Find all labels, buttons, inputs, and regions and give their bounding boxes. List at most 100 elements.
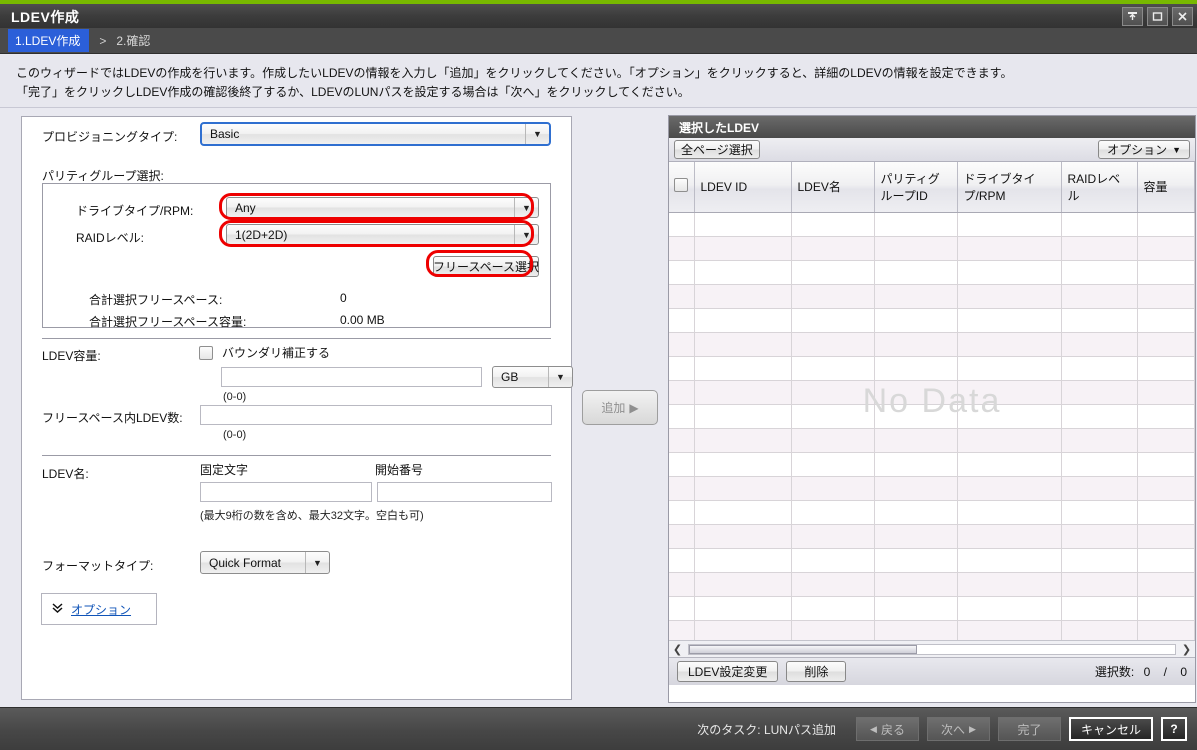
options-link[interactable]: オプション <box>71 601 131 618</box>
boundary-adjust-label: バウンダリ補正する <box>222 344 330 361</box>
table-cell <box>1137 524 1195 548</box>
cancel-button[interactable]: キャンセル <box>1069 717 1153 741</box>
scrollbar-track[interactable] <box>688 644 1176 655</box>
ldev-capacity-range-hint: (0-0) <box>223 391 246 403</box>
total-free-space-value: 0 <box>340 291 347 305</box>
table-cell <box>957 548 1061 572</box>
column-header-ldev-id[interactable]: LDEV ID <box>694 162 791 212</box>
table-cell <box>874 476 957 500</box>
table-cell <box>669 476 694 500</box>
select-all-pages-button[interactable]: 全ページ選択 <box>674 140 760 159</box>
table-cell <box>694 572 791 596</box>
column-header-ldev-name[interactable]: LDEV名 <box>791 162 874 212</box>
table-cell <box>1137 452 1195 476</box>
ldev-name-hint: (最大9桁の数を含め、最大32文字。空白も可) <box>200 507 424 523</box>
start-number-label: 開始番号 <box>375 461 423 478</box>
table-cell <box>1061 236 1137 260</box>
table-row[interactable] <box>669 404 1195 428</box>
table-body <box>669 212 1195 640</box>
table-cell <box>1137 308 1195 332</box>
table-cell <box>874 500 957 524</box>
table-row[interactable] <box>669 572 1195 596</box>
table-row[interactable] <box>669 452 1195 476</box>
table-cell <box>694 620 791 640</box>
back-button[interactable]: ◀ 戻る <box>856 717 919 741</box>
table-cell <box>669 236 694 260</box>
table-row[interactable] <box>669 428 1195 452</box>
close-icon[interactable] <box>1172 7 1193 26</box>
column-header-raid-level[interactable]: RAIDレベル <box>1061 162 1137 212</box>
table-cell <box>1061 572 1137 596</box>
ldev-count-input[interactable] <box>200 405 552 425</box>
table-cell <box>791 284 874 308</box>
table-row[interactable] <box>669 356 1195 380</box>
table-row[interactable] <box>669 476 1195 500</box>
horizontal-scrollbar[interactable]: ❮ ❯ <box>669 640 1195 657</box>
drive-type-select[interactable]: Any ▼ <box>226 197 539 218</box>
table-row[interactable] <box>669 212 1195 236</box>
maximize-icon[interactable] <box>1147 7 1168 26</box>
ldev-capacity-input[interactable] <box>221 367 482 387</box>
table-row[interactable] <box>669 596 1195 620</box>
table-cell <box>669 284 694 308</box>
table-row[interactable] <box>669 620 1195 640</box>
finish-button[interactable]: 完了 <box>998 717 1061 741</box>
table-cell <box>957 380 1061 404</box>
table-cell <box>669 452 694 476</box>
fixed-text-input[interactable] <box>200 482 372 502</box>
table-cell <box>1061 476 1137 500</box>
table-cell <box>669 212 694 236</box>
delete-button[interactable]: 削除 <box>786 661 846 682</box>
table-cell <box>791 476 874 500</box>
scroll-left-icon[interactable]: ❮ <box>672 643 683 656</box>
table-row[interactable] <box>669 548 1195 572</box>
next-button-label: 次へ <box>941 721 965 738</box>
table-cell <box>1137 236 1195 260</box>
edit-ldev-settings-button[interactable]: LDEV設定変更 <box>677 661 778 682</box>
table-row[interactable] <box>669 284 1195 308</box>
table-options-button[interactable]: オプション ▼ <box>1098 140 1190 159</box>
provisioning-type-select[interactable]: Basic ▼ <box>200 122 551 146</box>
options-expander[interactable]: オプション <box>41 593 157 625</box>
table-cell <box>694 332 791 356</box>
selected-ldev-toolbar: 全ページ選択 オプション ▼ <box>669 138 1195 162</box>
table-cell <box>957 356 1061 380</box>
table-cell <box>694 524 791 548</box>
add-button-label: 追加 <box>601 399 625 416</box>
free-space-select-button[interactable]: フリースペース選択 <box>433 256 539 277</box>
chevron-down-icon: ▼ <box>525 124 549 144</box>
table-cell <box>694 500 791 524</box>
table-cell <box>1137 404 1195 428</box>
start-number-input[interactable] <box>377 482 552 502</box>
table-row[interactable] <box>669 380 1195 404</box>
scrollbar-thumb[interactable] <box>689 645 917 654</box>
table-cell <box>874 404 957 428</box>
format-type-select[interactable]: Quick Format ▼ <box>200 551 330 574</box>
add-button[interactable]: 追加 ▶ <box>582 390 658 425</box>
scroll-right-icon[interactable]: ❯ <box>1181 643 1192 656</box>
table-row[interactable] <box>669 332 1195 356</box>
selected-ldev-panel: 選択したLDEV 全ページ選択 オプション ▼ LDE <box>668 115 1196 703</box>
select-all-checkbox[interactable] <box>674 178 688 192</box>
table-cell <box>791 548 874 572</box>
column-header-parity-group-id[interactable]: パリティグループID <box>874 162 957 212</box>
raid-level-select[interactable]: 1(2D+2D) ▼ <box>226 224 539 245</box>
column-header-drive-type-rpm[interactable]: ドライブタイプ/RPM <box>957 162 1061 212</box>
table-row[interactable] <box>669 524 1195 548</box>
help-icon[interactable]: ? <box>1161 717 1187 741</box>
table-row[interactable] <box>669 260 1195 284</box>
next-button[interactable]: 次へ ▶ <box>927 717 990 741</box>
table-cell <box>874 428 957 452</box>
column-header-capacity[interactable]: 容量 <box>1137 162 1195 212</box>
table-cell <box>1061 620 1137 640</box>
capacity-unit-select[interactable]: GB ▼ <box>492 366 573 388</box>
table-row[interactable] <box>669 236 1195 260</box>
instruction-line-1: このウィザードではLDEVの作成を行います。作成したいLDEVの情報を入力し「追… <box>16 64 1197 83</box>
table-cell <box>957 404 1061 428</box>
table-row[interactable] <box>669 500 1195 524</box>
table-row[interactable] <box>669 308 1195 332</box>
boundary-adjust-checkbox[interactable] <box>199 346 213 360</box>
step-1-ldev-create[interactable]: 1.LDEV作成 <box>8 29 89 52</box>
step-2-confirm[interactable]: 2.確認 <box>116 32 150 49</box>
collapse-icon[interactable] <box>1122 7 1143 26</box>
